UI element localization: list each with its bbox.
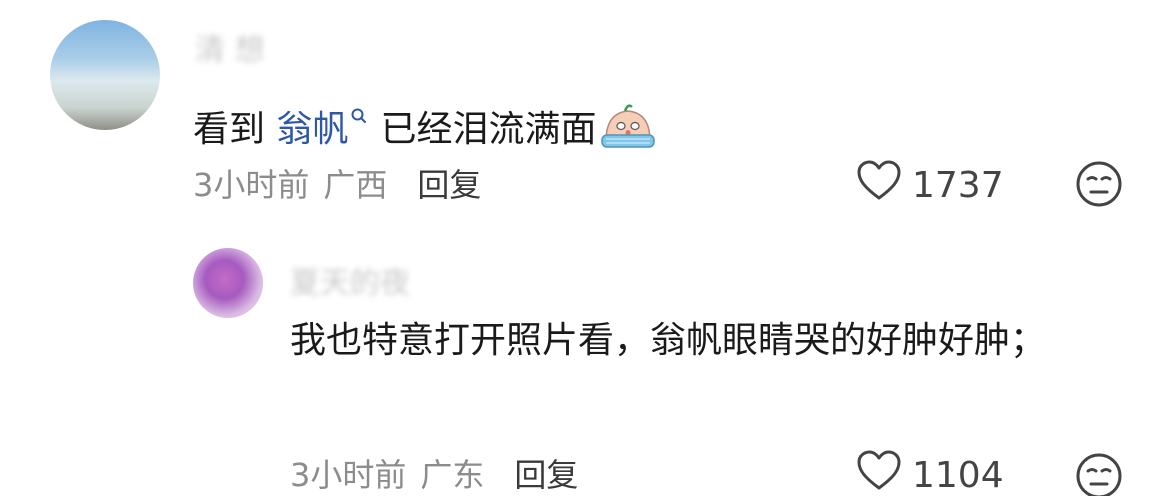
reply-time: 3小时前 (290, 456, 407, 494)
reply-reply-button[interactable]: 回复 (514, 456, 578, 494)
comment-time: 3小时前 (193, 166, 310, 204)
crying-face-emoji (600, 101, 656, 167)
commenter-avatar[interactable] (50, 20, 160, 130)
comment-meta: 3小时前 广西 回复 (193, 160, 481, 206)
comment-location: 广西 (323, 166, 388, 204)
meh-face-icon[interactable] (1075, 452, 1123, 496)
reply-like-count: 1104 (912, 455, 1004, 496)
heart-outline-icon (856, 450, 902, 496)
commenter-username[interactable]: 清 想 (195, 25, 265, 69)
like-button[interactable]: 1737 (856, 160, 1004, 211)
reply-avatar[interactable] (193, 248, 263, 318)
reply-text: 我也特意打开照片看，翁帆眼睛哭的好肿好肿； (290, 320, 1047, 361)
reply-button[interactable]: 回复 (417, 166, 481, 204)
comment-text-after: 已经泪流满面 (380, 109, 597, 150)
reply-meta: 3小时前 广东 回复 (290, 450, 578, 496)
comment-text: 看到 翁帆 已经泪流满面 (193, 85, 656, 167)
comment-text-before: 看到 (193, 109, 277, 150)
meh-face-icon[interactable] (1075, 160, 1123, 212)
search-icon[interactable] (350, 85, 368, 143)
reply-username[interactable]: 夏天的夜 (290, 258, 410, 302)
reply-location: 广东 (420, 456, 485, 494)
comment-thread: 清 想 看到 翁帆 已经泪流满面 3小时前 广西 回复 1737 夏天的夜 我也特意打… (0, 0, 1170, 496)
mention-link[interactable]: 翁帆 (276, 109, 348, 150)
heart-outline-icon (856, 160, 902, 211)
reply-like-button[interactable]: 1104 (856, 450, 1004, 496)
like-count: 1737 (912, 165, 1004, 206)
